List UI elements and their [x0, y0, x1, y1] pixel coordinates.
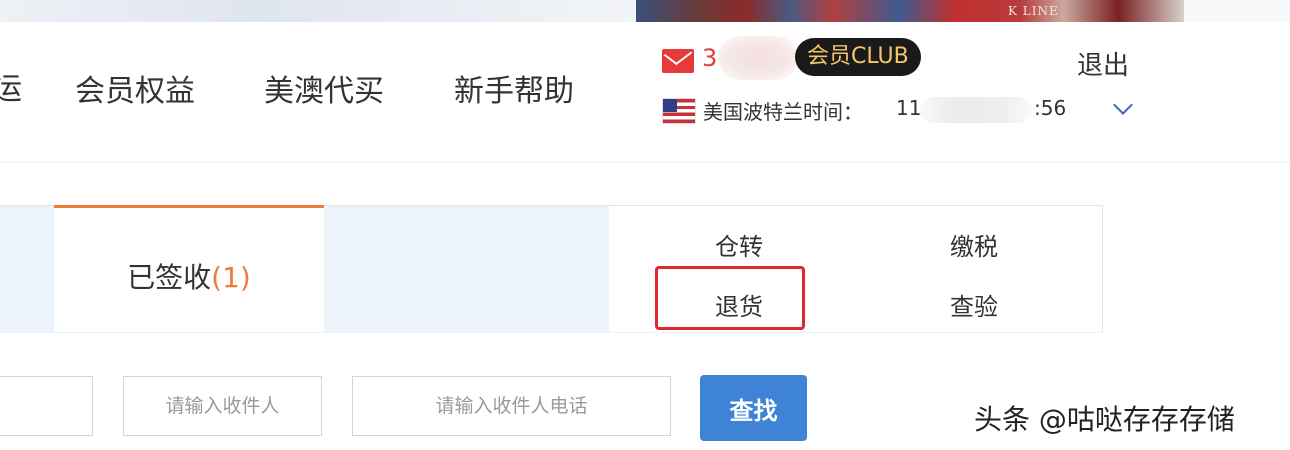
nav-item-partial-label: 运: [0, 72, 22, 104]
recipient-phone-input[interactable]: [352, 376, 671, 436]
nav-item-member-benefits[interactable]: 会员权益: [75, 66, 195, 110]
portland-time-end: :56: [1034, 96, 1067, 120]
watermark: 头条 @咕哒存存存储: [974, 403, 1235, 436]
banner-background: [0, 0, 640, 22]
warehouse-transfer-link[interactable]: 仓转: [715, 227, 763, 262]
member-club-badge[interactable]: 会员CLUB: [795, 38, 921, 76]
banner-edge: [1184, 0, 1290, 22]
inspect-link[interactable]: 查验: [950, 287, 998, 322]
username[interactable]: 3: [702, 44, 717, 72]
mail-icon[interactable]: [662, 49, 694, 73]
tab-signed[interactable]: 已签收(1): [54, 205, 324, 332]
order-number-input[interactable]: [0, 376, 93, 436]
banner-photo-text: K LINE: [1008, 4, 1059, 18]
nav-item-beginner-help[interactable]: 新手帮助: [454, 66, 574, 110]
tab-signed-text: 已签收(1): [54, 256, 324, 296]
recipient-input[interactable]: [123, 376, 322, 436]
portland-time-start: 11: [896, 96, 922, 120]
return-highlight-box: [655, 266, 805, 330]
tab-signed-label: 已签收: [127, 261, 212, 294]
tab-signed-count: (1): [211, 261, 251, 294]
time-blur: [920, 97, 1032, 123]
portland-time-label: 美国波特兰时间：: [703, 100, 863, 124]
search-button[interactable]: 查找: [700, 375, 807, 441]
banner-image: K LINE: [636, 0, 1184, 22]
username-blur: [718, 36, 798, 80]
pay-tax-link[interactable]: 缴税: [950, 227, 998, 262]
nav-item-partial[interactable]: 运: [0, 60, 22, 104]
nav-item-us-au-purchase[interactable]: 美澳代买: [264, 66, 384, 110]
logout-link[interactable]: 退出: [1077, 45, 1129, 82]
top-banner: K LINE: [0, 0, 1290, 22]
us-flag-icon: [662, 98, 696, 124]
